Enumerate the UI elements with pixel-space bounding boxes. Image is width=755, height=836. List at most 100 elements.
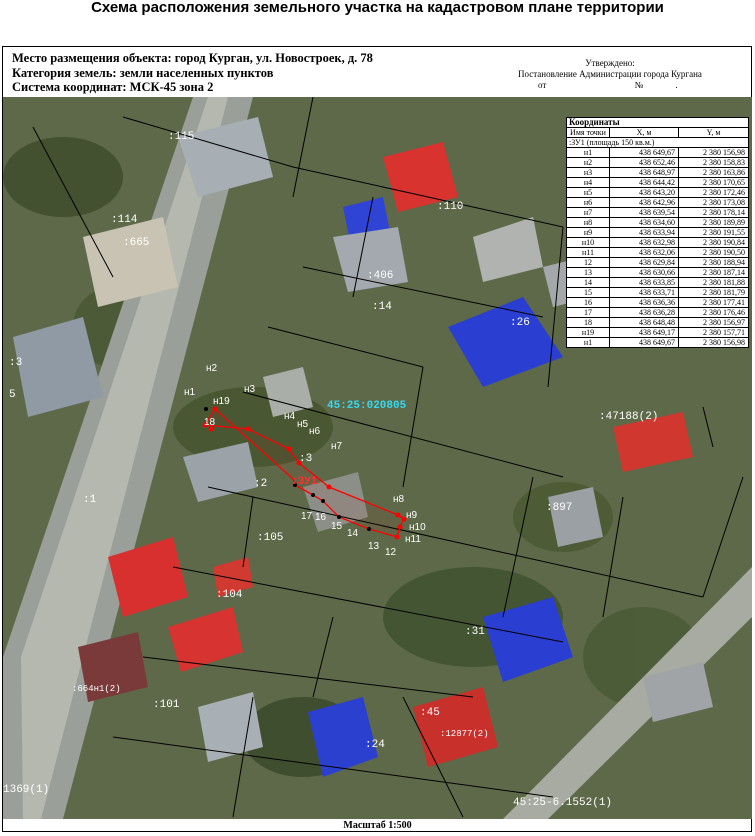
cell-name: 14 bbox=[566, 277, 610, 288]
plot-label: :ЗУ1 bbox=[291, 476, 318, 488]
table-row: 12 438 629,84 2 380 188,94 bbox=[566, 257, 749, 268]
point-label: 14 bbox=[347, 528, 359, 539]
plot-row: :ЗУ1 (площадь 150 кв.м.) bbox=[566, 137, 749, 148]
cell-x: 438 632,06 bbox=[609, 247, 679, 258]
point-label: н6 bbox=[309, 426, 321, 437]
table-row: н9 438 633,94 2 380 191,55 bbox=[566, 227, 749, 238]
table-row: 15 438 633,71 2 380 181,79 bbox=[566, 287, 749, 298]
cell-x: 438 633,85 bbox=[609, 277, 679, 288]
cell-name: 13 bbox=[566, 267, 610, 278]
table-row: н8 438 634,60 2 380 189,89 bbox=[566, 217, 749, 228]
point-label: н19 bbox=[213, 396, 230, 407]
point-label: 17 bbox=[301, 511, 313, 522]
cell-x: 438 636,28 bbox=[609, 307, 679, 318]
cell-y: 2 380 178,14 bbox=[678, 207, 749, 218]
point-label: н11 bbox=[405, 534, 421, 545]
cell-y: 2 380 189,89 bbox=[678, 217, 749, 228]
cell-name: н1 bbox=[566, 147, 610, 158]
parcel-label: :3 bbox=[9, 357, 22, 369]
cell-x: 438 649,17 bbox=[609, 327, 679, 338]
parcel-label: :110 bbox=[437, 201, 463, 213]
cell-x: 438 629,84 bbox=[609, 257, 679, 268]
cell-name: 17 bbox=[566, 307, 610, 318]
cell-y: 2 380 181,88 bbox=[678, 277, 749, 288]
cell-x: 438 633,94 bbox=[609, 227, 679, 238]
cell-y: 2 380 190,50 bbox=[678, 247, 749, 258]
table-row: н19 438 649,17 2 380 157,71 bbox=[566, 327, 749, 338]
point-label: н7 bbox=[331, 441, 343, 452]
cell-y: 2 380 190,84 bbox=[678, 237, 749, 248]
point-label: н8 bbox=[393, 494, 405, 505]
cell-name: 12 bbox=[566, 257, 610, 268]
table-row: н1 438 649,67 2 380 156,98 bbox=[566, 337, 749, 348]
cell-y: 2 380 156,98 bbox=[678, 337, 749, 348]
coordinates-table: Координаты Имя точки X, м Y, м :ЗУ1 (пло… bbox=[566, 117, 749, 348]
parcel-label: :14 bbox=[372, 301, 392, 313]
parcel-label: :104 bbox=[216, 589, 243, 601]
table-row: н5 438 643,20 2 380 172,46 bbox=[566, 187, 749, 198]
cell-y: 2 380 173,08 bbox=[678, 197, 749, 208]
cell-name: н19 bbox=[566, 327, 610, 338]
point-label: н4 bbox=[284, 411, 296, 422]
point-label: 12 bbox=[385, 547, 397, 558]
cell-y: 2 380 170,65 bbox=[678, 177, 749, 188]
parcel-label: :3 bbox=[299, 453, 312, 465]
scale-label: Масштаб 1:500 bbox=[343, 820, 412, 831]
cell-y: 2 380 181,79 bbox=[678, 287, 749, 298]
point-label: 15 bbox=[331, 521, 343, 532]
cell-name: н6 bbox=[566, 197, 610, 208]
parcel-label: :2 bbox=[254, 478, 267, 490]
table-row: 17 438 636,28 2 380 176,46 bbox=[566, 307, 749, 318]
point-label: 13 bbox=[368, 541, 380, 552]
cell-name: н2 bbox=[566, 157, 610, 168]
cell-y: 2 380 156,98 bbox=[678, 147, 749, 158]
table-row: н6 438 642,96 2 380 173,08 bbox=[566, 197, 749, 208]
table-row: 16 438 636,36 2 380 177,41 bbox=[566, 297, 749, 308]
parcel-label: :114 bbox=[111, 214, 138, 226]
cell-x: 438 630,66 bbox=[609, 267, 679, 278]
parcel-label: :897 bbox=[546, 502, 572, 514]
cell-name: н4 bbox=[566, 177, 610, 188]
point-label: н10 bbox=[409, 522, 426, 533]
cell-name: н9 bbox=[566, 227, 610, 238]
parcel-label: 5 bbox=[9, 389, 16, 401]
coordinate-system: Система координат: МСК-45 зона 2 bbox=[12, 80, 214, 94]
cell-y: 2 380 158,83 bbox=[678, 157, 749, 168]
approval-number-label: № bbox=[634, 80, 644, 90]
cell-x: 438 634,60 bbox=[609, 217, 679, 228]
point-label: н5 bbox=[297, 419, 309, 430]
col-header-x: X, м bbox=[609, 127, 679, 138]
cell-x: 438 644,42 bbox=[609, 177, 679, 188]
cell-y: 2 380 163,86 bbox=[678, 167, 749, 178]
cell-name: 15 bbox=[566, 287, 610, 298]
cell-name: н11 bbox=[566, 247, 610, 258]
parcel-label: :31 bbox=[465, 626, 485, 638]
table-row: 13 438 630,66 2 380 187,14 bbox=[566, 267, 749, 278]
cell-x: 438 632,98 bbox=[609, 237, 679, 248]
table-row: н7 438 639,54 2 380 178,14 bbox=[566, 207, 749, 218]
table-row: н4 438 644,42 2 380 170,65 bbox=[566, 177, 749, 188]
approval-authority: Постановление Администрации города Курга… bbox=[518, 69, 702, 79]
cell-name: 16 bbox=[566, 297, 610, 308]
parcel-label: :47188(2) bbox=[599, 411, 658, 423]
cell-name: н1 bbox=[566, 337, 610, 348]
parcel-label: :45 bbox=[420, 707, 440, 719]
cell-x: 438 639,54 bbox=[609, 207, 679, 218]
parcel-label: :665 bbox=[123, 237, 149, 249]
page-title: Схема расположения земельного участка на… bbox=[91, 0, 664, 16]
table-row: 18 438 648,48 2 380 156,97 bbox=[566, 317, 749, 328]
cell-name: н5 bbox=[566, 187, 610, 198]
col-header-point: Имя точки bbox=[566, 127, 610, 138]
cell-name: н8 bbox=[566, 217, 610, 228]
point-label: 16 bbox=[315, 512, 327, 523]
cell-y: 2 380 187,14 bbox=[678, 267, 749, 278]
parcel-label: :406 bbox=[367, 270, 393, 282]
cell-y: 2 380 157,71 bbox=[678, 327, 749, 338]
cell-x: 438 643,20 bbox=[609, 187, 679, 198]
approval-from-label: от bbox=[538, 80, 547, 90]
approval-label: Утверждено: bbox=[585, 58, 635, 68]
cell-y: 2 380 156,97 bbox=[678, 317, 749, 328]
point-label: н3 bbox=[244, 384, 256, 395]
cell-y: 2 380 177,41 bbox=[678, 297, 749, 308]
cell-name: 18 bbox=[566, 317, 610, 328]
